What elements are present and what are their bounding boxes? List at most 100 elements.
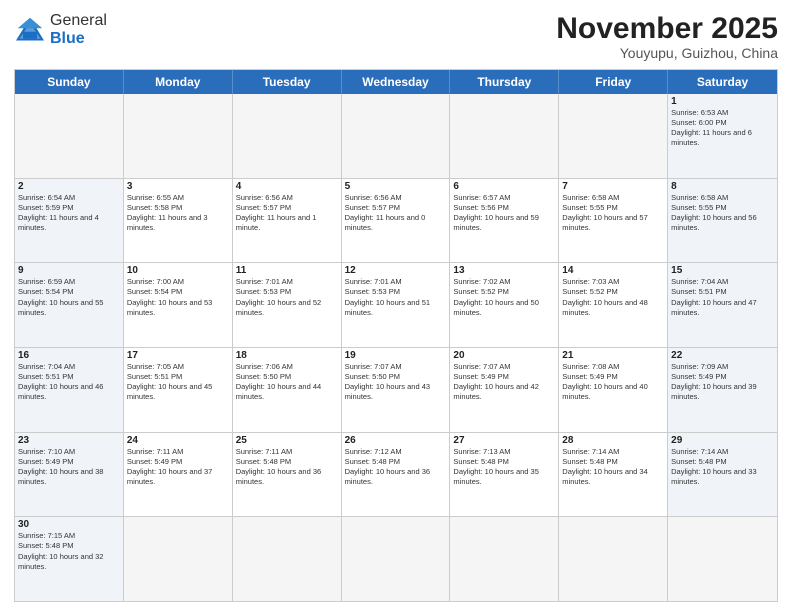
cell-info: Sunrise: 7:01 AMSunset: 5:53 PMDaylight:… xyxy=(236,277,338,318)
calendar-body: 1Sunrise: 6:53 AMSunset: 6:00 PMDaylight… xyxy=(15,94,777,601)
cell-info: Sunrise: 7:07 AMSunset: 5:49 PMDaylight:… xyxy=(453,362,555,403)
calendar-cell xyxy=(559,517,668,601)
month-title: November 2025 xyxy=(556,12,778,45)
calendar-row: 23Sunrise: 7:10 AMSunset: 5:49 PMDayligh… xyxy=(15,432,777,517)
calendar-cell: 16Sunrise: 7:04 AMSunset: 5:51 PMDayligh… xyxy=(15,348,124,432)
day-number: 14 xyxy=(562,265,664,276)
cell-info: Sunrise: 7:15 AMSunset: 5:48 PMDaylight:… xyxy=(18,531,120,572)
logo-text: General Blue xyxy=(50,12,107,47)
cal-header-day: Friday xyxy=(559,70,668,94)
cell-info: Sunrise: 7:04 AMSunset: 5:51 PMDaylight:… xyxy=(18,362,120,403)
cal-header-day: Monday xyxy=(124,70,233,94)
day-number: 11 xyxy=(236,265,338,276)
day-number: 28 xyxy=(562,435,664,446)
cell-info: Sunrise: 7:13 AMSunset: 5:48 PMDaylight:… xyxy=(453,447,555,488)
cal-header-day: Thursday xyxy=(450,70,559,94)
day-number: 25 xyxy=(236,435,338,446)
calendar-cell: 18Sunrise: 7:06 AMSunset: 5:50 PMDayligh… xyxy=(233,348,342,432)
day-number: 24 xyxy=(127,435,229,446)
cell-info: Sunrise: 7:11 AMSunset: 5:48 PMDaylight:… xyxy=(236,447,338,488)
calendar-cell: 20Sunrise: 7:07 AMSunset: 5:49 PMDayligh… xyxy=(450,348,559,432)
cal-header-day: Wednesday xyxy=(342,70,451,94)
cell-info: Sunrise: 7:02 AMSunset: 5:52 PMDaylight:… xyxy=(453,277,555,318)
calendar-cell xyxy=(233,517,342,601)
cell-info: Sunrise: 7:14 AMSunset: 5:48 PMDaylight:… xyxy=(671,447,774,488)
calendar-cell: 2Sunrise: 6:54 AMSunset: 5:59 PMDaylight… xyxy=(15,179,124,263)
cell-info: Sunrise: 7:12 AMSunset: 5:48 PMDaylight:… xyxy=(345,447,447,488)
cell-info: Sunrise: 6:53 AMSunset: 6:00 PMDaylight:… xyxy=(671,108,774,149)
logo-blue: Blue xyxy=(50,30,85,47)
day-number: 15 xyxy=(671,265,774,276)
cal-header-day: Sunday xyxy=(15,70,124,94)
day-number: 17 xyxy=(127,350,229,361)
calendar-cell: 12Sunrise: 7:01 AMSunset: 5:53 PMDayligh… xyxy=(342,263,451,347)
calendar-cell: 14Sunrise: 7:03 AMSunset: 5:52 PMDayligh… xyxy=(559,263,668,347)
calendar-cell: 27Sunrise: 7:13 AMSunset: 5:48 PMDayligh… xyxy=(450,433,559,517)
calendar-row: 30Sunrise: 7:15 AMSunset: 5:48 PMDayligh… xyxy=(15,516,777,601)
calendar-cell: 7Sunrise: 6:58 AMSunset: 5:55 PMDaylight… xyxy=(559,179,668,263)
day-number: 3 xyxy=(127,181,229,192)
day-number: 19 xyxy=(345,350,447,361)
day-number: 8 xyxy=(671,181,774,192)
calendar-cell: 13Sunrise: 7:02 AMSunset: 5:52 PMDayligh… xyxy=(450,263,559,347)
calendar-cell: 30Sunrise: 7:15 AMSunset: 5:48 PMDayligh… xyxy=(15,517,124,601)
calendar-cell xyxy=(342,517,451,601)
calendar-cell: 9Sunrise: 6:59 AMSunset: 5:54 PMDaylight… xyxy=(15,263,124,347)
calendar-cell: 21Sunrise: 7:08 AMSunset: 5:49 PMDayligh… xyxy=(559,348,668,432)
calendar-cell: 4Sunrise: 6:56 AMSunset: 5:57 PMDaylight… xyxy=(233,179,342,263)
cell-info: Sunrise: 7:09 AMSunset: 5:49 PMDaylight:… xyxy=(671,362,774,403)
logo-general: General xyxy=(50,12,107,29)
cell-info: Sunrise: 7:07 AMSunset: 5:50 PMDaylight:… xyxy=(345,362,447,403)
calendar-cell: 15Sunrise: 7:04 AMSunset: 5:51 PMDayligh… xyxy=(668,263,777,347)
cell-info: Sunrise: 7:06 AMSunset: 5:50 PMDaylight:… xyxy=(236,362,338,403)
cell-info: Sunrise: 7:03 AMSunset: 5:52 PMDaylight:… xyxy=(562,277,664,318)
cell-info: Sunrise: 6:54 AMSunset: 5:59 PMDaylight:… xyxy=(18,193,120,234)
cell-info: Sunrise: 7:04 AMSunset: 5:51 PMDaylight:… xyxy=(671,277,774,318)
calendar-cell: 29Sunrise: 7:14 AMSunset: 5:48 PMDayligh… xyxy=(668,433,777,517)
day-number: 16 xyxy=(18,350,120,361)
calendar-cell xyxy=(559,94,668,178)
calendar-cell xyxy=(124,94,233,178)
day-number: 7 xyxy=(562,181,664,192)
calendar-cell: 6Sunrise: 6:57 AMSunset: 5:56 PMDaylight… xyxy=(450,179,559,263)
calendar-cell xyxy=(233,94,342,178)
cell-info: Sunrise: 7:14 AMSunset: 5:48 PMDaylight:… xyxy=(562,447,664,488)
day-number: 10 xyxy=(127,265,229,276)
day-number: 18 xyxy=(236,350,338,361)
calendar-cell: 3Sunrise: 6:55 AMSunset: 5:58 PMDaylight… xyxy=(124,179,233,263)
calendar: SundayMondayTuesdayWednesdayThursdayFrid… xyxy=(14,69,778,602)
day-number: 30 xyxy=(18,519,120,530)
calendar-cell xyxy=(342,94,451,178)
day-number: 22 xyxy=(671,350,774,361)
day-number: 9 xyxy=(18,265,120,276)
day-number: 13 xyxy=(453,265,555,276)
day-number: 21 xyxy=(562,350,664,361)
calendar-cell: 23Sunrise: 7:10 AMSunset: 5:49 PMDayligh… xyxy=(15,433,124,517)
day-number: 2 xyxy=(18,181,120,192)
day-number: 27 xyxy=(453,435,555,446)
day-number: 12 xyxy=(345,265,447,276)
day-number: 6 xyxy=(453,181,555,192)
calendar-cell xyxy=(15,94,124,178)
cal-header-day: Saturday xyxy=(668,70,777,94)
calendar-cell: 24Sunrise: 7:11 AMSunset: 5:49 PMDayligh… xyxy=(124,433,233,517)
calendar-cell: 26Sunrise: 7:12 AMSunset: 5:48 PMDayligh… xyxy=(342,433,451,517)
calendar-cell xyxy=(124,517,233,601)
calendar-cell xyxy=(450,517,559,601)
logo: General Blue xyxy=(14,12,107,47)
page-header: General Blue November 2025 Youyupu, Guiz… xyxy=(14,12,778,61)
cell-info: Sunrise: 7:05 AMSunset: 5:51 PMDaylight:… xyxy=(127,362,229,403)
calendar-row: 1Sunrise: 6:53 AMSunset: 6:00 PMDaylight… xyxy=(15,94,777,178)
calendar-row: 2Sunrise: 6:54 AMSunset: 5:59 PMDaylight… xyxy=(15,178,777,263)
calendar-cell: 1Sunrise: 6:53 AMSunset: 6:00 PMDaylight… xyxy=(668,94,777,178)
day-number: 4 xyxy=(236,181,338,192)
calendar-header: SundayMondayTuesdayWednesdayThursdayFrid… xyxy=(15,70,777,94)
cell-info: Sunrise: 7:01 AMSunset: 5:53 PMDaylight:… xyxy=(345,277,447,318)
cell-info: Sunrise: 6:59 AMSunset: 5:54 PMDaylight:… xyxy=(18,277,120,318)
day-number: 20 xyxy=(453,350,555,361)
calendar-cell: 11Sunrise: 7:01 AMSunset: 5:53 PMDayligh… xyxy=(233,263,342,347)
title-block: November 2025 Youyupu, Guizhou, China xyxy=(556,12,778,61)
day-number: 23 xyxy=(18,435,120,446)
day-number: 26 xyxy=(345,435,447,446)
cell-info: Sunrise: 7:11 AMSunset: 5:49 PMDaylight:… xyxy=(127,447,229,488)
